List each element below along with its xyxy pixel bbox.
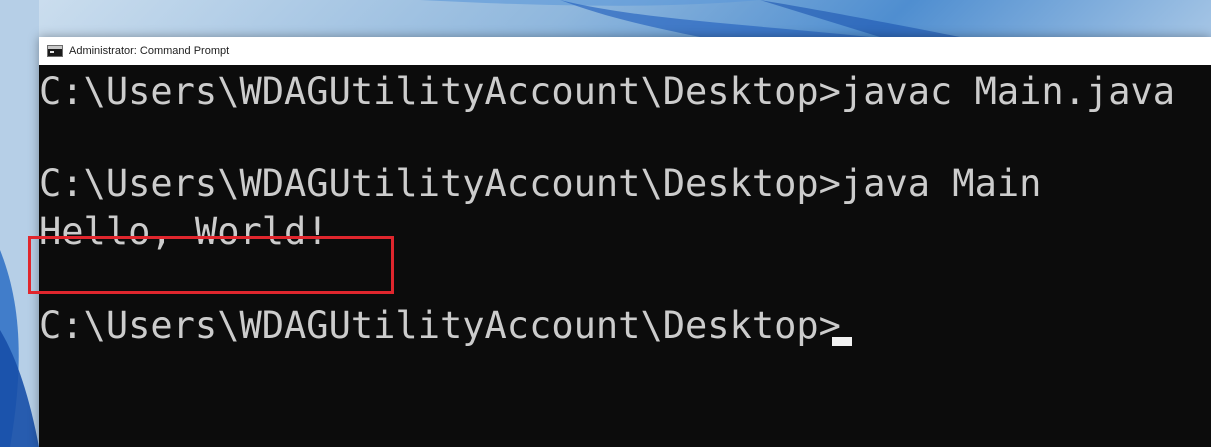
terminal-line-3: C:\Users\WDAGUtilityAccount\Desktop>java… (39, 162, 1042, 205)
command-prompt-icon (47, 45, 63, 57)
terminal-line-1: C:\Users\WDAGUtilityAccount\Desktop>java… (39, 70, 1176, 113)
window-title: Administrator: Command Prompt (69, 45, 230, 57)
terminal-line-prompt: C:\Users\WDAGUtilityAccount\Desktop> (39, 304, 841, 347)
text-cursor (832, 337, 852, 346)
terminal-output[interactable]: C:\Users\WDAGUtilityAccount\Desktop>java… (28, 65, 1211, 447)
output-highlight-box (28, 236, 394, 294)
title-bar[interactable]: Administrator: Command Prompt (39, 37, 1211, 65)
command-prompt-window[interactable]: Administrator: Command Prompt C:\Users\W… (28, 37, 1211, 447)
